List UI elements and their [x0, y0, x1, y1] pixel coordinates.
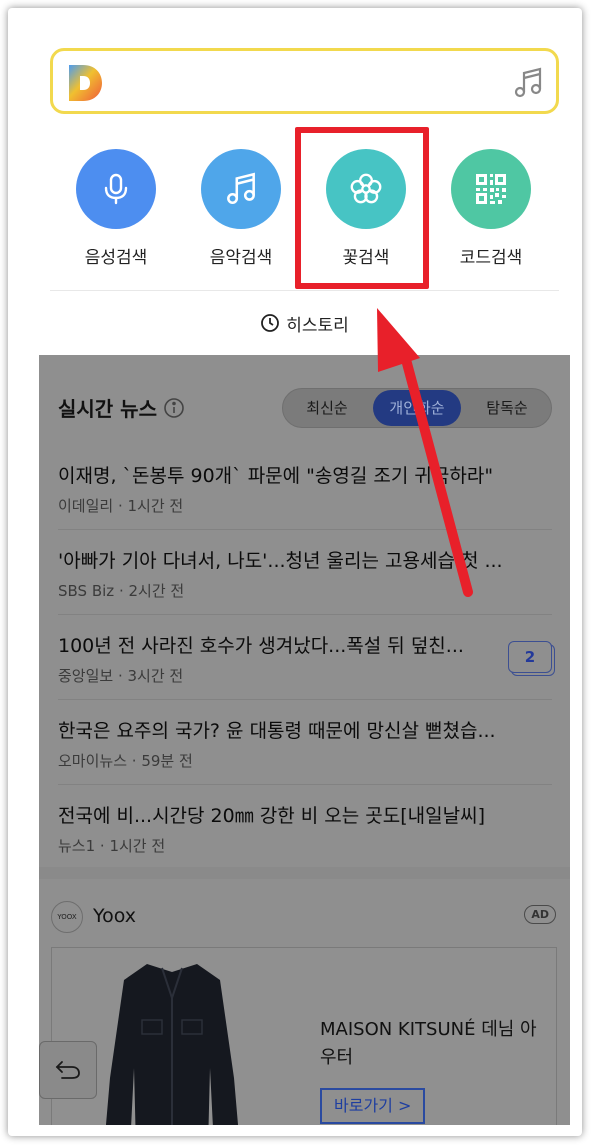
- news-headline[interactable]: 이재명, `돈봉투 90개` 파문에 "송영길 조기 귀국하라": [58, 461, 552, 488]
- news-title: 실시간 뉴스: [58, 397, 157, 421]
- jacket-image: [105, 964, 239, 1125]
- tab-latest[interactable]: 최신순: [283, 390, 371, 426]
- voice-search-circle: [76, 149, 156, 229]
- music-note-icon: [227, 172, 255, 204]
- sort-tabs: 최신순 개인화순 탐독순: [282, 388, 552, 428]
- news-item[interactable]: 100년 전 사라진 호수가 생겨났다...폭설 뒤 덮친... 중앙일보 · …: [58, 615, 552, 700]
- voice-search-label: 음성검색: [84, 248, 148, 268]
- news-time: 1시간 전: [109, 837, 166, 855]
- ad-product-name: MAISON KITSUNÉ 데님 아우터: [320, 1019, 537, 1068]
- ad-badge[interactable]: AD: [524, 905, 556, 924]
- ad-card[interactable]: YOOX Yoox AD MAISON KITSUNÉ 데님 아우터 바로가기 …: [39, 879, 570, 1125]
- news-headline[interactable]: '아빠가 기아 다녀서, 나도'...청년 울리는 고용세습 첫 ...: [58, 546, 552, 573]
- news-item[interactable]: '아빠가 기아 다녀서, 나도'...청년 울리는 고용세습 첫 ... SBS…: [58, 530, 552, 615]
- news-source: 오마이뉴스: [58, 752, 128, 770]
- history-label: 히스토리: [286, 315, 349, 336]
- news-meta: 뉴스1 · 1시간 전: [58, 837, 166, 855]
- news-header: 실시간 뉴스: [58, 393, 185, 422]
- back-button[interactable]: [39, 1041, 97, 1099]
- flower-search-circle: [326, 149, 406, 229]
- flower-search-label: 꽃검색: [342, 248, 390, 268]
- news-headline[interactable]: 100년 전 사라진 호수가 생겨났다...폭설 뒤 덮친...: [58, 631, 503, 658]
- info-icon[interactable]: [163, 397, 185, 419]
- daum-logo: [69, 65, 102, 101]
- news-source: 이데일리: [58, 497, 114, 515]
- brand-logo: YOOX: [51, 901, 83, 933]
- app-screen: 음성검색 음악검색 꽃검색 코드검색 히스토리 실시간 뉴스 최신순 개인화순 …: [39, 37, 570, 1125]
- code-search-button[interactable]: 코드검색: [436, 149, 546, 279]
- news-item[interactable]: 한국은 요주의 국가? 윤 대통령 때문에 망신살 뻗쳤습... 오마이뉴스 ·…: [58, 700, 552, 785]
- music-search-label: 음악검색: [209, 248, 273, 268]
- news-time: 1시간 전: [127, 497, 184, 515]
- tab-personalized[interactable]: 개인화순: [373, 390, 461, 426]
- clock-icon: [261, 314, 280, 332]
- news-source: 뉴스1: [58, 837, 96, 855]
- ad-cta-button[interactable]: 바로가기 >: [320, 1088, 426, 1124]
- qr-code-icon: [476, 174, 506, 204]
- quick-search-row: 음성검색 음악검색 꽃검색 코드검색: [39, 129, 570, 297]
- news-item[interactable]: 전국에 비...시간당 20㎜ 강한 비 오는 곳도[내일날씨] 뉴스1 · 1…: [58, 785, 552, 870]
- ad-content[interactable]: MAISON KITSUNÉ 데님 아우터 바로가기 >: [51, 947, 557, 1125]
- news-headline[interactable]: 한국은 요주의 국가? 윤 대통령 때문에 망신살 뻗쳤습...: [58, 716, 552, 743]
- news-source: 중앙일보: [58, 667, 114, 685]
- search-bar[interactable]: [50, 48, 559, 114]
- related-count-badge[interactable]: 2: [508, 641, 552, 673]
- news-source: SBS Biz: [58, 582, 115, 600]
- news-item[interactable]: 이재명, `돈봉투 90개` 파문에 "송영길 조기 귀국하라" 이데일리 · …: [58, 445, 552, 530]
- code-search-label: 코드검색: [459, 248, 523, 268]
- news-meta: 오마이뉴스 · 59분 전: [58, 752, 193, 770]
- news-headline[interactable]: 전국에 비...시간당 20㎜ 강한 비 오는 곳도[내일날씨]: [58, 801, 552, 828]
- news-card: 실시간 뉴스 최신순 개인화순 탐독순 이재명, `돈봉투 90개` 파문에 "…: [39, 355, 570, 867]
- news-meta: 중앙일보 · 3시간 전: [58, 667, 184, 685]
- divider: [50, 290, 559, 291]
- dimmed-content: 실시간 뉴스 최신순 개인화순 탐독순 이재명, `돈봉투 90개` 파문에 "…: [39, 355, 570, 1125]
- news-time: 59분 전: [141, 752, 193, 770]
- news-meta: 이데일리 · 1시간 전: [58, 497, 184, 515]
- undo-icon: [55, 1061, 80, 1079]
- news-list: 이재명, `돈봉투 90개` 파문에 "송영길 조기 귀국하라" 이데일리 · …: [58, 445, 552, 870]
- screenshot-frame: 음성검색 음악검색 꽃검색 코드검색 히스토리 실시간 뉴스 최신순 개인화순 …: [8, 8, 582, 1136]
- music-search-circle: [201, 149, 281, 229]
- code-search-circle: [451, 149, 531, 229]
- history-button[interactable]: 히스토리: [39, 303, 570, 343]
- flower-search-button[interactable]: 꽃검색: [311, 149, 421, 279]
- flower-icon: [350, 173, 382, 204]
- ad-brand-name: Yoox: [93, 905, 136, 927]
- tab-most-read[interactable]: 탐독순: [463, 390, 551, 426]
- voice-search-button[interactable]: 음성검색: [61, 149, 171, 279]
- news-meta: SBS Biz · 2시간 전: [58, 582, 185, 600]
- news-time: 2시간 전: [128, 582, 185, 600]
- news-time: 3시간 전: [127, 667, 184, 685]
- microphone-icon: [104, 173, 128, 205]
- music-search-icon[interactable]: [510, 65, 546, 101]
- music-search-button[interactable]: 음악검색: [186, 149, 296, 279]
